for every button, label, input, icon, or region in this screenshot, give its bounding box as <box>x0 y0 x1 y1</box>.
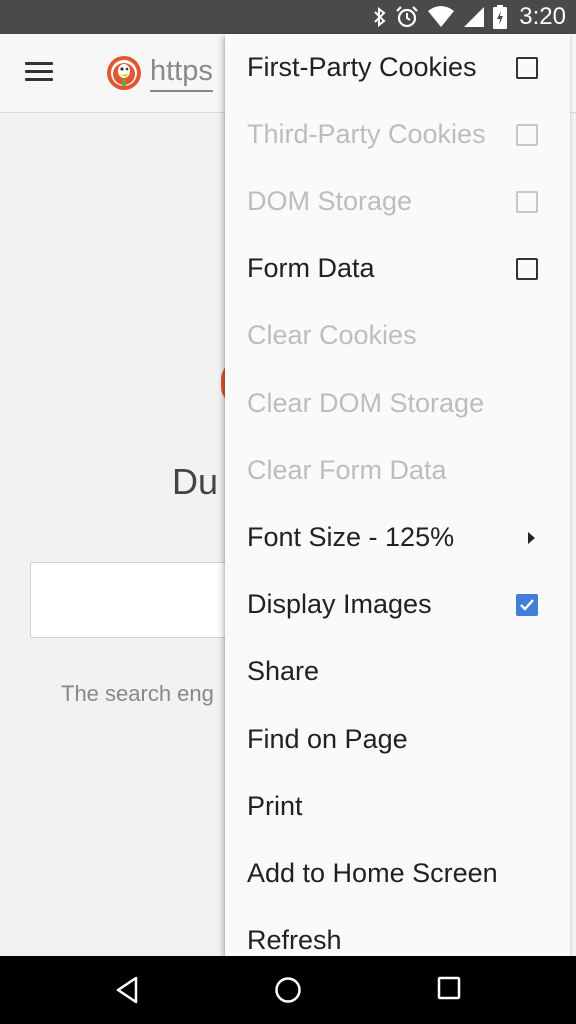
page-tagline: The search eng <box>61 681 214 706</box>
recents-icon[interactable] <box>437 976 463 1007</box>
menu-item-label: Refresh <box>247 925 342 955</box>
display-images-checkbox[interactable] <box>516 593 538 616</box>
menu-item-clear-form-data: Clear Form Data <box>225 437 570 504</box>
menu-item-label: Print <box>247 791 303 821</box>
menu-item-label: DOM Storage <box>247 186 413 216</box>
menu-item-clear-cookies: Clear Cookies <box>225 302 570 369</box>
menu-item-dom-storage: DOM Storage <box>225 168 570 235</box>
menu-item-add-to-home-screen[interactable]: Add to Home Screen <box>225 840 570 907</box>
status-bar: 3:20 <box>0 0 576 34</box>
menu-item-label: Display Images <box>247 589 432 619</box>
signal-icon <box>463 6 485 28</box>
menu-item-label: Add to Home Screen <box>247 858 498 888</box>
menu-item-label: Clear Form Data <box>247 455 447 485</box>
menu-item-third-party-cookies: Third-Party Cookies <box>225 101 570 168</box>
status-clock: 3:20 <box>519 3 566 30</box>
menu-item-label: Find on Page <box>247 724 408 754</box>
hamburger-menu-icon[interactable] <box>25 62 53 82</box>
menu-item-label: Clear DOM Storage <box>247 388 485 418</box>
menu-item-print[interactable]: Print <box>225 773 570 840</box>
form-data-checkbox[interactable] <box>516 257 538 280</box>
third-party-cookies-checkbox <box>516 123 538 146</box>
menu-item-refresh[interactable]: Refresh <box>225 907 570 956</box>
dom-storage-checkbox <box>516 190 538 213</box>
menu-item-label: Share <box>247 656 320 686</box>
url-field[interactable]: https <box>150 56 213 92</box>
menu-item-label: First-Party Cookies <box>247 52 477 82</box>
menu-item-font-size[interactable]: Font Size - 125% <box>225 504 570 571</box>
menu-item-clear-dom-storage: Clear DOM Storage <box>225 370 570 437</box>
status-icons: 3:20 <box>373 0 566 34</box>
menu-item-display-images[interactable]: Display Images <box>225 571 570 638</box>
home-icon[interactable] <box>274 976 302 1009</box>
system-nav-bar <box>0 956 576 1024</box>
menu-item-share[interactable]: Share <box>225 638 570 705</box>
overflow-menu: First-Party Cookies Third-Party Cookies … <box>225 34 570 956</box>
wifi-icon <box>427 6 455 28</box>
battery-icon <box>493 5 508 29</box>
menu-item-label: Clear Cookies <box>247 320 417 350</box>
menu-item-first-party-cookies[interactable]: First-Party Cookies <box>225 34 570 101</box>
first-party-cookies-checkbox[interactable] <box>516 56 538 79</box>
bluetooth-icon <box>373 6 387 28</box>
search-input[interactable] <box>30 562 230 638</box>
back-icon[interactable] <box>114 976 140 1009</box>
duckduckgo-logo-icon <box>106 55 142 91</box>
submenu-arrow-icon <box>528 531 535 544</box>
menu-item-form-data[interactable]: Form Data <box>225 235 570 302</box>
menu-item-find-on-page[interactable]: Find on Page <box>225 706 570 773</box>
menu-item-label: Font Size - 125% <box>247 522 455 552</box>
menu-item-label: Form Data <box>247 253 375 283</box>
menu-item-label: Third-Party Cookies <box>247 119 486 149</box>
alarm-icon <box>395 5 419 29</box>
page-title: Du <box>172 461 219 502</box>
